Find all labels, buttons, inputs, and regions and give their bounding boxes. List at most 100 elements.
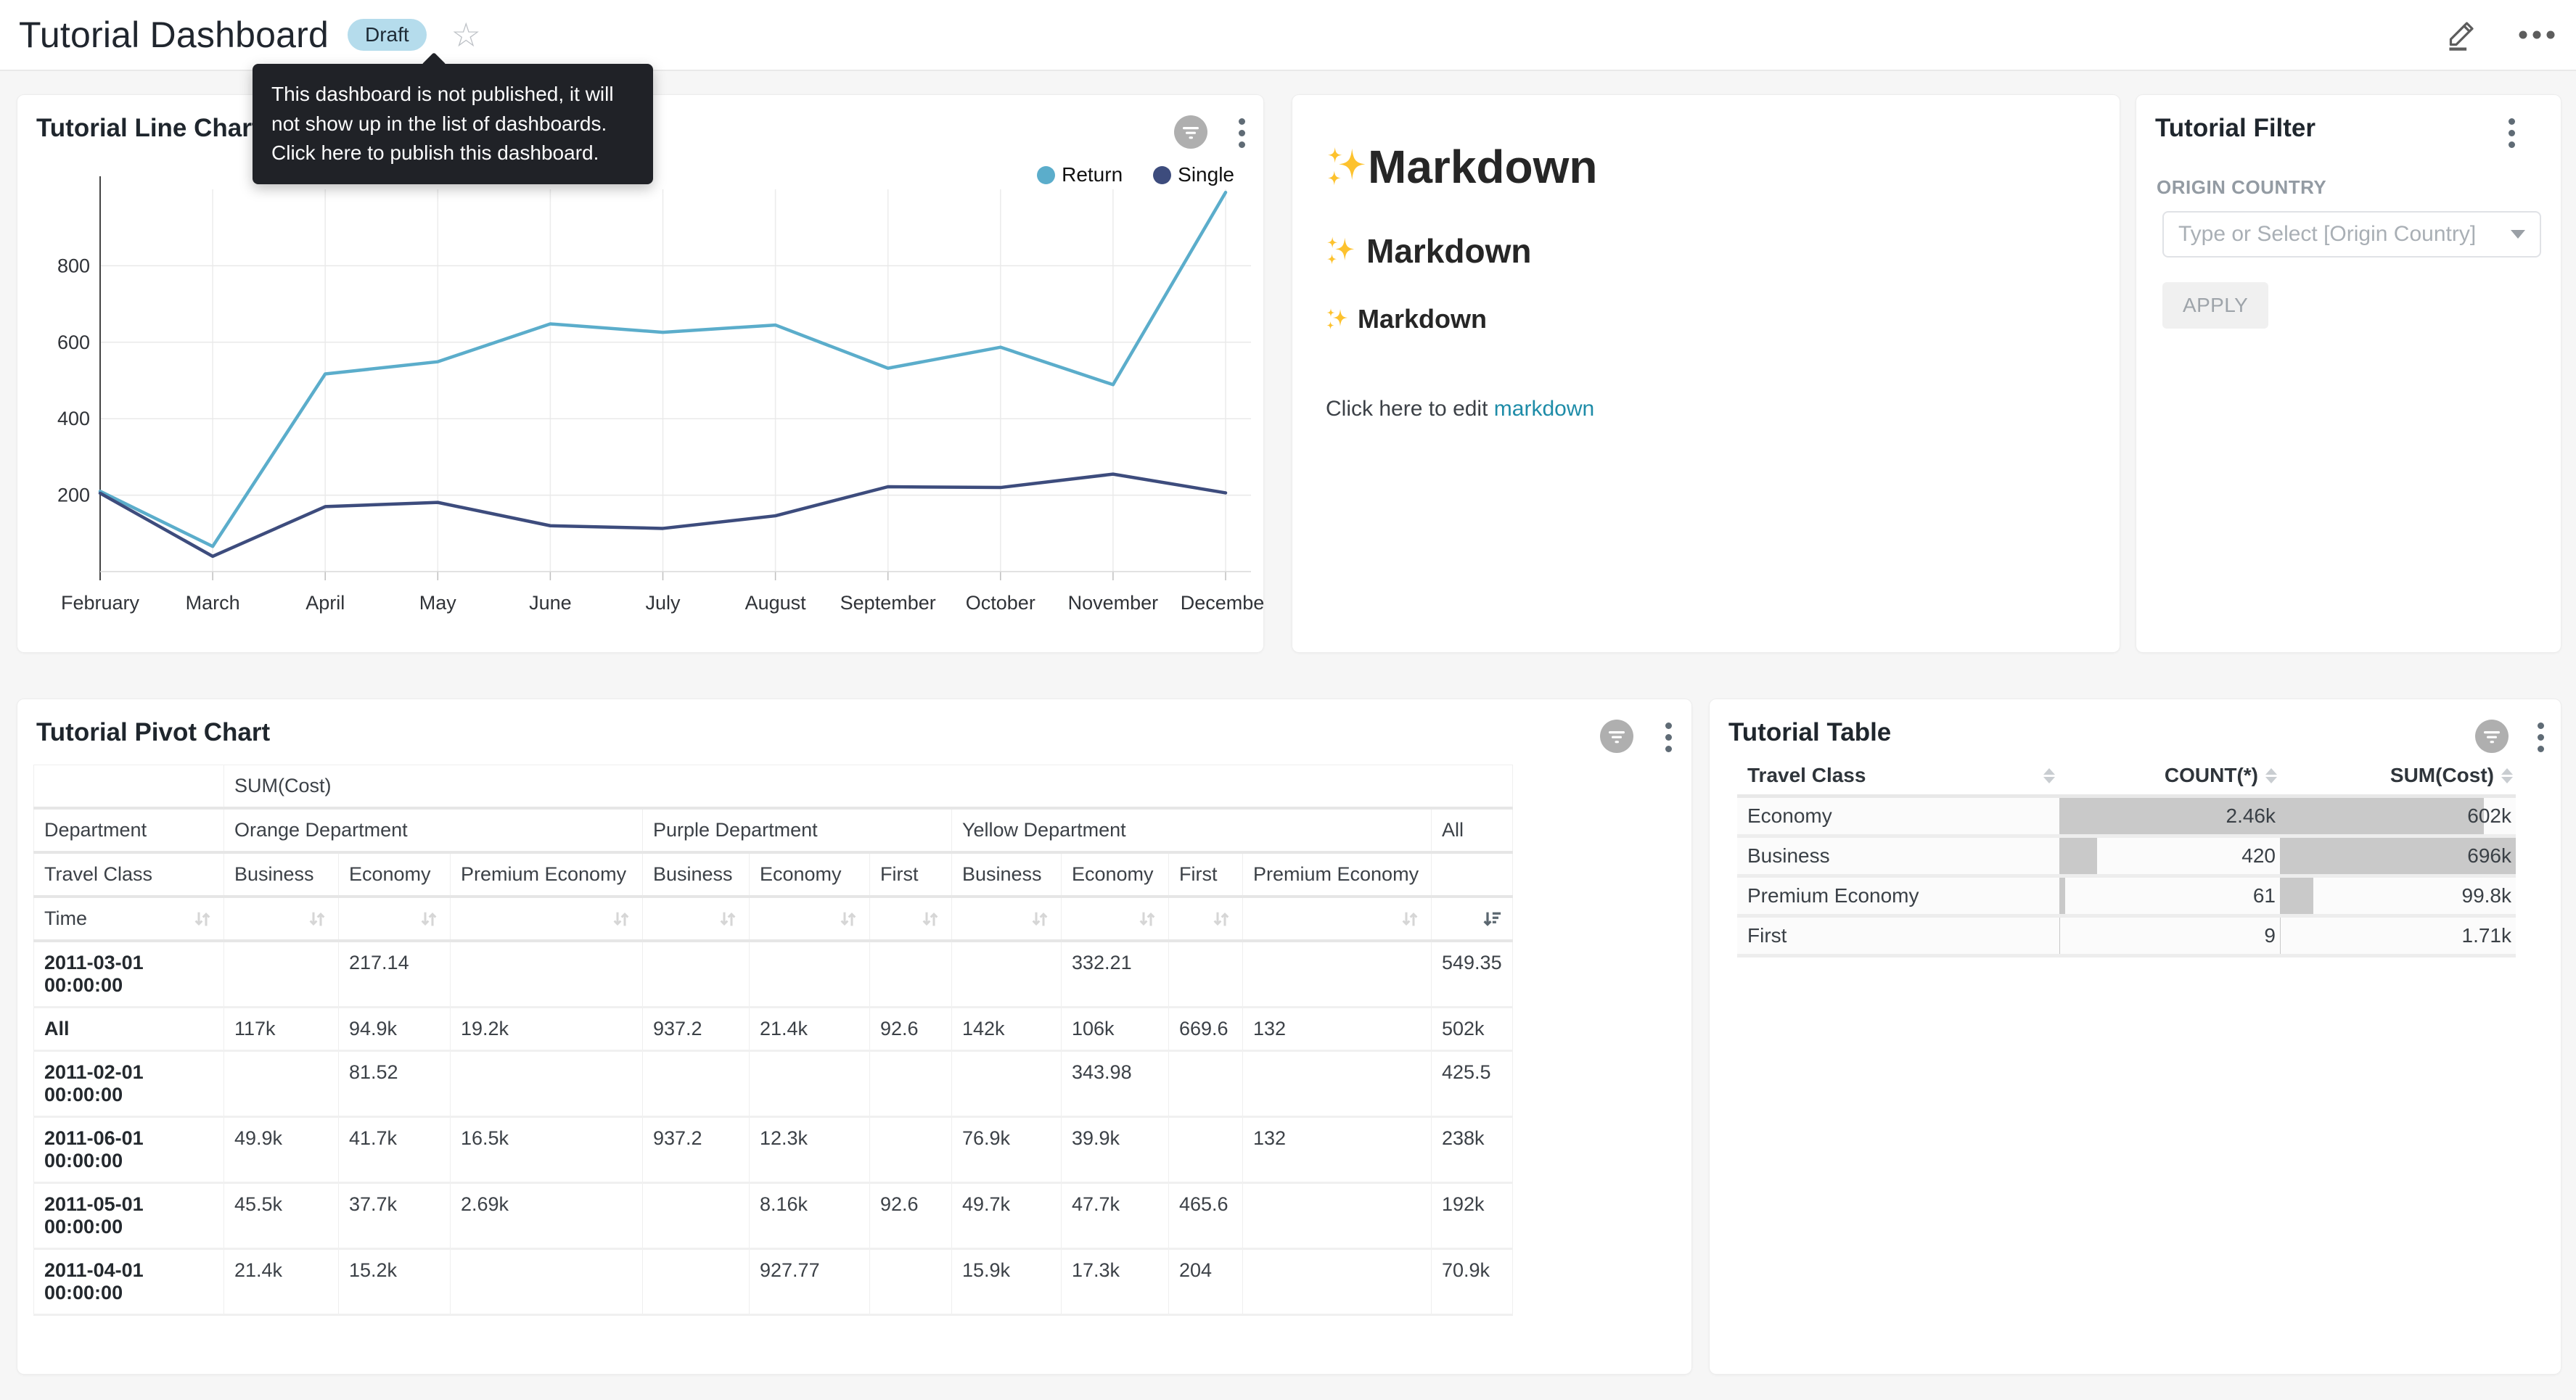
markdown-h3: Markdown (1326, 304, 2091, 334)
pivot-value-cell: 238k (1432, 1117, 1513, 1183)
data-table: Travel ClassCOUNT(*)SUM(Cost)Economy2.46… (1737, 757, 2516, 958)
cross-filter-icon[interactable] (1600, 720, 1633, 753)
pivot-value-cell: 39.9k (1062, 1117, 1169, 1183)
x-axis-label: September (840, 592, 936, 614)
col-header-sum-cost[interactable]: SUM(Cost) (2280, 764, 2516, 787)
pivot-value-cell: 41.7k (339, 1117, 451, 1183)
table-row: First91.71k (1737, 918, 2516, 958)
pivot-sort-cell (224, 897, 339, 941)
cell-travel-class: First (1737, 924, 2059, 947)
table-kebab-menu-icon[interactable] (2538, 722, 2545, 752)
markdown-h1: Markdown (1326, 140, 2091, 194)
pivot-value-cell: 142k (952, 1008, 1062, 1051)
sort-icon[interactable] (2265, 768, 2277, 783)
pivot-value-cell (1243, 1183, 1432, 1249)
sort-desc-icon[interactable] (1480, 908, 1502, 930)
sort-icon[interactable] (717, 908, 739, 930)
markdown-h1-text: Markdown (1368, 140, 1597, 194)
more-menu-icon[interactable] (2518, 30, 2556, 40)
pivot-value-cell (1243, 941, 1432, 1008)
pivot-value-cell: 92.6 (870, 1183, 952, 1249)
sort-icon[interactable] (192, 908, 213, 930)
pivot-row-label: All (34, 1008, 224, 1051)
sort-icon[interactable] (1210, 908, 1232, 930)
sort-icon[interactable] (1136, 908, 1158, 930)
pivot-sort-cell (1062, 897, 1169, 941)
pivot-value-cell (451, 941, 643, 1008)
pivot-value-cell: 669.6 (1169, 1008, 1243, 1051)
x-axis-label: July (645, 592, 681, 614)
pivot-value-cell: 94.9k (339, 1008, 451, 1051)
panel-tutorial-pivot-chart: Tutorial Pivot Chart SUM(Cost)Department… (17, 699, 1692, 1375)
origin-country-placeholder: Type or Select [Origin Country] (2178, 222, 2476, 247)
x-axis-label: May (419, 592, 457, 614)
sort-icon[interactable] (2501, 768, 2513, 783)
pivot-row-label: 2011-05-01 00:00:00 (34, 1183, 224, 1249)
table-header-row: Travel ClassCOUNT(*)SUM(Cost) (1737, 757, 2516, 798)
markdown-edit-link[interactable]: markdown (1494, 397, 1594, 421)
pivot-row: 2011-02-01 00:00:0081.52343.98425.5 (34, 1051, 1513, 1117)
sort-icon[interactable] (1029, 908, 1051, 930)
filter-kebab-menu-icon[interactable] (2509, 118, 2516, 148)
pivot-value-cell: 16.5k (451, 1117, 643, 1183)
sort-icon[interactable] (1399, 908, 1421, 930)
sort-icon[interactable] (306, 908, 328, 930)
pivot-sort-cell (952, 897, 1062, 941)
pivot-value-cell: 12.3k (750, 1117, 870, 1183)
pivot-value-cell: 8.16k (750, 1183, 870, 1249)
cross-filter-icon[interactable] (2475, 720, 2509, 753)
table-row: Premium Economy6199.8k (1737, 878, 2516, 918)
pivot-value-cell: 502k (1432, 1008, 1513, 1051)
col-header-travel-class[interactable]: Travel Class (1737, 764, 2059, 787)
pivot-value-cell (224, 1051, 339, 1117)
pivot-row-label: 2011-02-01 00:00:00 (34, 1051, 224, 1117)
pivot-value-cell (1169, 1117, 1243, 1183)
pivot-value-cell (643, 1183, 750, 1249)
sum-bar (2280, 798, 2484, 834)
favorite-star-icon[interactable]: ☆ (451, 18, 481, 52)
pivot-value-cell: 15.2k (339, 1249, 451, 1315)
pivot-value-cell (1243, 1249, 1432, 1315)
sort-icon[interactable] (418, 908, 440, 930)
x-axis-label: February (61, 592, 140, 614)
cell-sum-cost: 602k (2280, 798, 2516, 834)
apply-button[interactable]: APPLY (2162, 282, 2268, 329)
edit-pencil-icon[interactable] (2444, 18, 2477, 52)
sort-icon[interactable] (837, 908, 859, 930)
pivot-class-header: Business (952, 852, 1062, 897)
sort-icon[interactable] (919, 908, 941, 930)
draft-badge[interactable]: Draft (348, 19, 427, 51)
x-axis-label: October (966, 592, 1035, 614)
legend-item-single[interactable]: Single (1153, 163, 1234, 186)
pivot-row-label: 2011-03-01 00:00:00 (34, 941, 224, 1008)
legend-label: Return (1062, 163, 1123, 186)
cell-count: 420 (2059, 838, 2280, 874)
pivot-value-cell (643, 1249, 750, 1315)
pivot-kebab-menu-icon[interactable] (1665, 722, 1673, 752)
y-axis-label: 200 (57, 485, 90, 506)
col-header-count[interactable]: COUNT(*) (2059, 764, 2280, 787)
pivot-value-cell: 937.2 (643, 1008, 750, 1051)
pivot-value-cell (870, 941, 952, 1008)
sort-icon[interactable] (2043, 768, 2055, 783)
pivot-class-header (1432, 852, 1513, 897)
pivot-sort-cell (643, 897, 750, 941)
chart-legend: Return Single (1037, 163, 1234, 186)
sort-icon[interactable] (610, 908, 632, 930)
pivot-value-cell: 204 (1169, 1249, 1243, 1315)
pivot-value-cell (643, 941, 750, 1008)
x-axis-label: August (745, 592, 807, 614)
chevron-down-icon (2511, 230, 2525, 239)
pivot-time-header: Time (34, 897, 224, 941)
pivot-row: 2011-06-01 00:00:0049.9k41.7k16.5k937.21… (34, 1117, 1513, 1183)
markdown-h3-text: Markdown (1358, 304, 1487, 334)
pivot-value-cell: 49.9k (224, 1117, 339, 1183)
pivot-metric-header: SUM(Cost) (224, 765, 1513, 809)
origin-country-select[interactable]: Type or Select [Origin Country] (2162, 211, 2541, 258)
sparkles-icon (1326, 236, 1356, 266)
pivot-value-cell: 81.52 (339, 1051, 451, 1117)
pivot-value-cell (451, 1249, 643, 1315)
dashboard-header: Tutorial Dashboard Draft ☆ (0, 0, 2576, 71)
pivot-sort-cell (1169, 897, 1243, 941)
legend-item-return[interactable]: Return (1037, 163, 1123, 186)
